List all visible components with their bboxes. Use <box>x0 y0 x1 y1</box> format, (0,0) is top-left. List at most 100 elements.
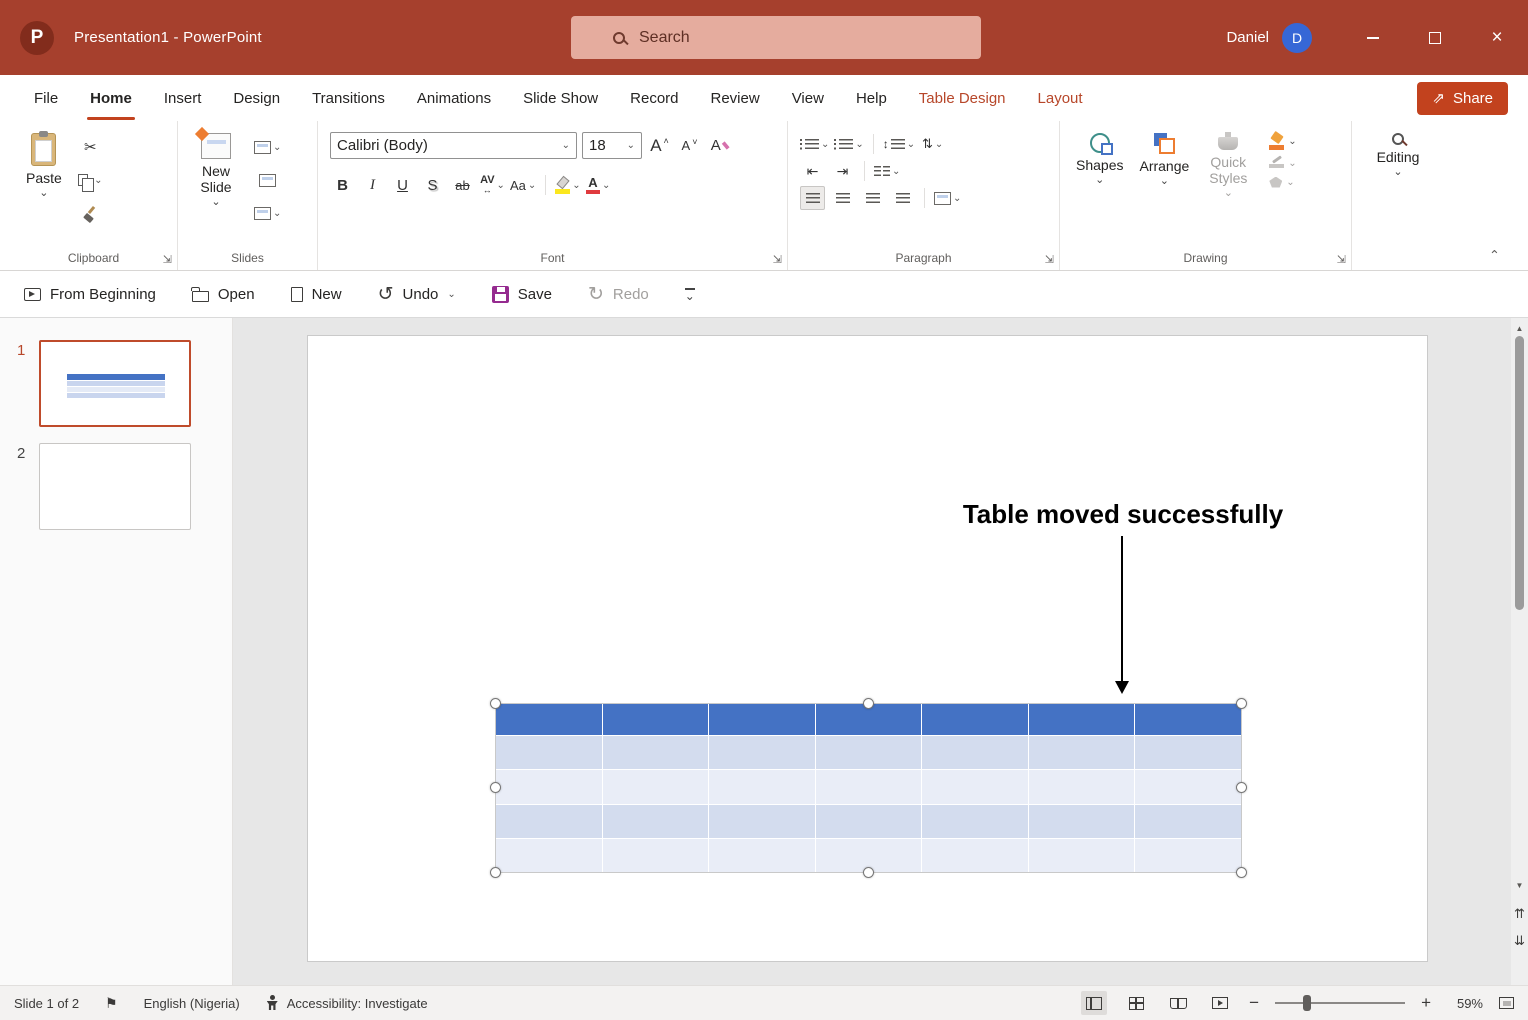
table-header-cell[interactable] <box>709 704 815 735</box>
table-cell[interactable] <box>709 736 815 769</box>
zoom-in-button[interactable]: + <box>1421 993 1431 1013</box>
convert-to-smartart-button[interactable]: ⌄ <box>934 186 961 210</box>
table-cell[interactable] <box>1135 805 1241 838</box>
drawing-dialog-launcher[interactable]: ⇲ <box>1337 253 1346 266</box>
table-cell[interactable] <box>1029 805 1135 838</box>
minimize-button[interactable] <box>1342 0 1404 75</box>
normal-view-button[interactable] <box>1081 991 1107 1015</box>
font-color-button[interactable]: A⌄ <box>586 173 611 197</box>
arrange-button[interactable]: Arrange ⌄ <box>1131 129 1197 246</box>
table-cell[interactable] <box>1029 839 1135 872</box>
decrease-font-size-button[interactable]: A˅ <box>677 134 702 158</box>
slide-sorter-view-button[interactable] <box>1123 991 1149 1015</box>
increase-font-size-button[interactable]: A˄ <box>647 134 672 158</box>
paragraph-dialog-launcher[interactable]: ⇲ <box>1045 253 1054 266</box>
align-right-button[interactable] <box>860 186 885 210</box>
cut-button[interactable]: ✂ <box>78 135 103 159</box>
table-cell[interactable] <box>496 736 602 769</box>
clipboard-dialog-launcher[interactable]: ⇲ <box>163 253 172 266</box>
bold-button[interactable]: B <box>330 173 355 197</box>
font-name-combobox[interactable]: Calibri (Body) ⌄ <box>330 132 577 159</box>
table-cell[interactable] <box>816 770 922 803</box>
slide-thumbnail-2[interactable] <box>39 443 191 530</box>
undo-button[interactable]: ↺ Undo ⌄ <box>378 285 456 304</box>
format-painter-button[interactable] <box>78 201 103 225</box>
quick-styles-button[interactable]: Quick Styles ⌄ <box>1197 129 1259 246</box>
editing-button[interactable]: Editing ⌄ <box>1360 129 1436 180</box>
justify-button[interactable] <box>890 186 915 210</box>
previous-slide-button[interactable]: ⇈ <box>1511 906 1528 922</box>
table-cell[interactable] <box>1135 736 1241 769</box>
powerpoint-logo-icon[interactable]: P <box>20 21 54 55</box>
character-spacing-button[interactable]: AV↔⌄ <box>480 173 505 197</box>
close-button[interactable]: × <box>1466 0 1528 75</box>
text-highlight-color-button[interactable]: ⌄ <box>555 173 580 197</box>
line-spacing-button[interactable]: ↕⌄ <box>883 132 915 156</box>
table-cell[interactable] <box>603 805 709 838</box>
scroll-up-arrow-icon[interactable]: ▲ <box>1511 324 1528 333</box>
shape-effects-button[interactable]: ⌄ <box>1269 177 1296 188</box>
sort-button[interactable]: ⇅⌄ <box>920 132 945 156</box>
table-cell[interactable] <box>496 839 602 872</box>
scroll-down-arrow-icon[interactable]: ▼ <box>1511 881 1528 890</box>
language-status[interactable]: English (Nigeria) <box>144 996 240 1011</box>
search-box[interactable]: Search <box>571 16 981 59</box>
table-cell[interactable] <box>922 770 1028 803</box>
zoom-slider-thumb[interactable] <box>1303 995 1311 1011</box>
tab-layout[interactable]: Layout <box>1037 77 1084 120</box>
fit-slide-to-window-button[interactable] <box>1499 997 1514 1009</box>
font-dialog-launcher[interactable]: ⇲ <box>773 253 782 266</box>
redo-button[interactable]: ↻ Redo <box>588 285 649 304</box>
table-cell[interactable] <box>922 839 1028 872</box>
table-cell[interactable] <box>603 839 709 872</box>
underline-button[interactable]: U <box>390 173 415 197</box>
tab-insert[interactable]: Insert <box>163 77 203 120</box>
tab-slide-show[interactable]: Slide Show <box>522 77 599 120</box>
columns-button[interactable]: ⌄ <box>874 159 900 183</box>
table-cell[interactable] <box>496 805 602 838</box>
font-size-combobox[interactable]: 18 ⌄ <box>582 132 642 159</box>
table-cell[interactable] <box>1029 736 1135 769</box>
maximize-button[interactable] <box>1404 0 1466 75</box>
table-header-cell[interactable] <box>1135 704 1241 735</box>
shape-fill-button[interactable]: ⌄ <box>1269 133 1296 150</box>
tab-review[interactable]: Review <box>710 77 761 120</box>
annotation-arrow[interactable] <box>1114 536 1130 694</box>
save-button[interactable]: Save <box>492 286 552 303</box>
table-header-cell[interactable] <box>496 704 602 735</box>
user-name[interactable]: Daniel <box>1226 29 1269 46</box>
clear-formatting-button[interactable]: A▮ <box>707 134 732 158</box>
resize-handle-middle-right[interactable] <box>1236 782 1247 793</box>
zoom-out-button[interactable]: − <box>1249 993 1259 1013</box>
reset-slide-button[interactable] <box>254 168 281 192</box>
table-cell[interactable] <box>922 805 1028 838</box>
open-button[interactable]: Open <box>192 286 255 303</box>
shapes-button[interactable]: Shapes ⌄ <box>1068 129 1131 246</box>
text-shadow-button[interactable]: S <box>420 173 445 197</box>
new-slide-button[interactable]: New Slide ⌄ <box>186 129 246 246</box>
slide-layout-button[interactable]: ⌄ <box>254 135 281 159</box>
slide-table[interactable] <box>496 704 1241 872</box>
selected-table[interactable] <box>496 704 1241 872</box>
resize-handle-bottom-left[interactable] <box>490 867 501 878</box>
slide-thumbnail-1[interactable] <box>39 340 191 427</box>
resize-handle-middle-left[interactable] <box>490 782 501 793</box>
section-button[interactable]: ⌄ <box>254 201 281 225</box>
strikethrough-button[interactable]: ab <box>450 173 475 197</box>
accessibility-status[interactable]: Accessibility: Investigate <box>266 995 428 1011</box>
tab-transitions[interactable]: Transitions <box>311 77 386 120</box>
tab-help[interactable]: Help <box>855 77 888 120</box>
table-header-cell[interactable] <box>603 704 709 735</box>
scrollbar-thumb[interactable] <box>1515 336 1524 610</box>
slide-indicator[interactable]: Slide 1 of 2 <box>14 996 79 1011</box>
resize-handle-top-middle[interactable] <box>863 698 874 709</box>
table-cell[interactable] <box>709 770 815 803</box>
slide-annotation-text[interactable]: Table moved successfully <box>963 499 1283 530</box>
vertical-scrollbar[interactable]: ▲ ▼ ⇈ ⇊ <box>1511 318 1528 985</box>
from-beginning-button[interactable]: From Beginning <box>24 286 156 303</box>
paste-button[interactable]: Paste ⌄ <box>18 129 70 246</box>
slideshow-view-button[interactable] <box>1207 991 1233 1015</box>
next-slide-button[interactable]: ⇊ <box>1511 933 1528 949</box>
zoom-slider[interactable] <box>1275 1002 1405 1004</box>
shape-outline-button[interactable]: ⌄ <box>1269 158 1296 169</box>
